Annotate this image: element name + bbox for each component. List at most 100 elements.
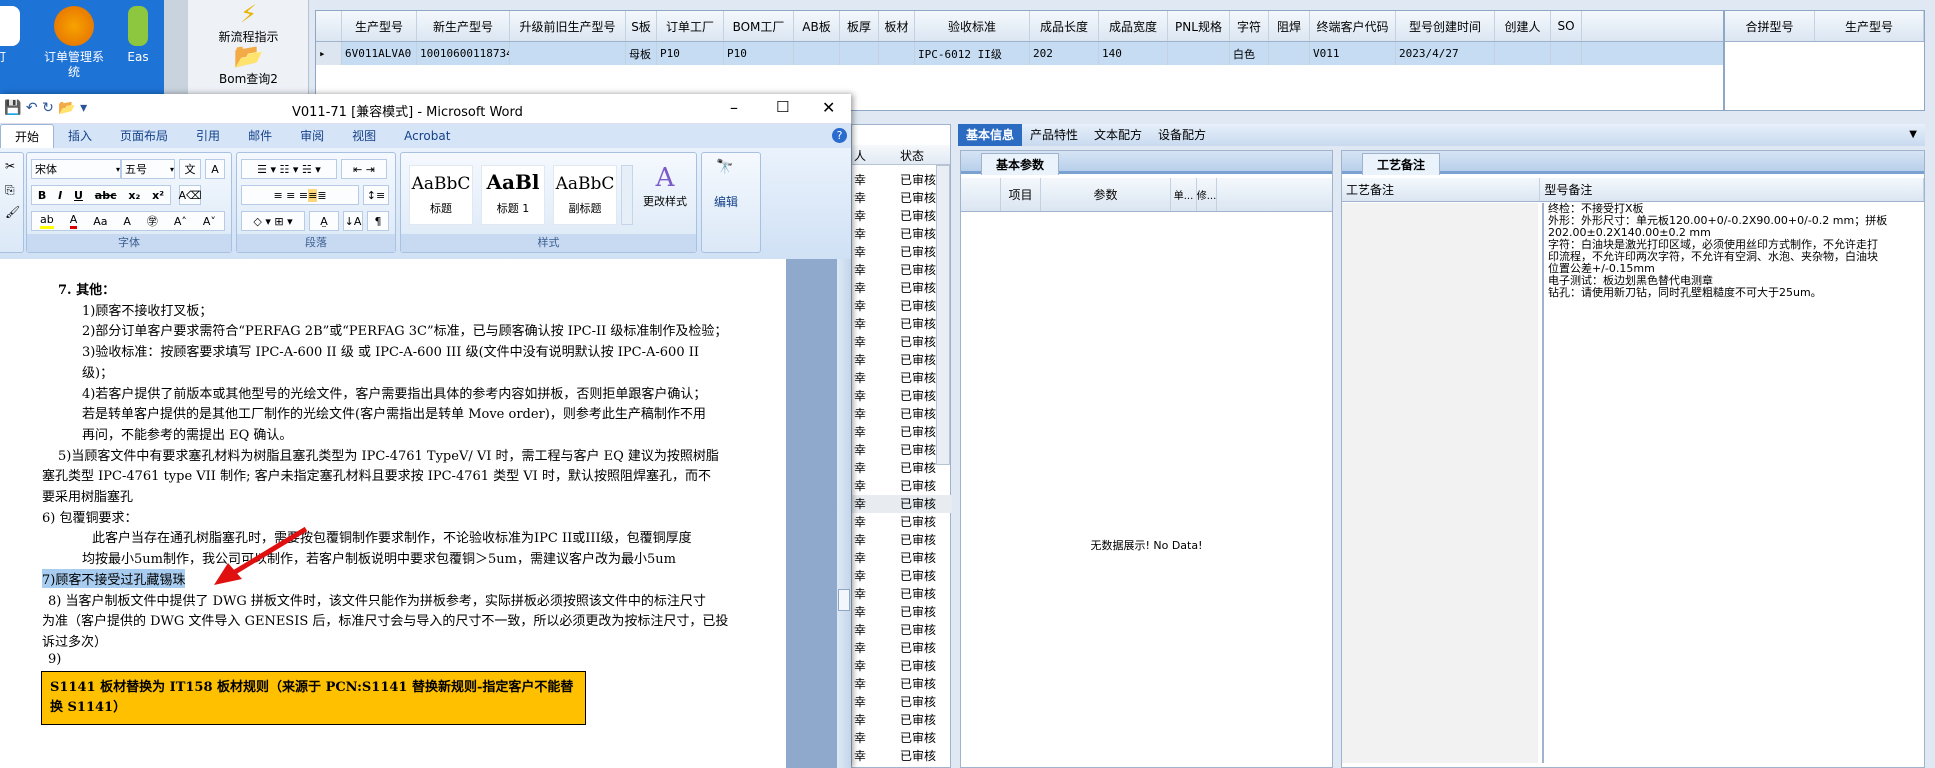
list-item[interactable]: 幸 已审核 <box>852 621 952 639</box>
list-item[interactable]: 幸 已审核 <box>852 711 952 729</box>
ribbon-tab[interactable]: 页面布局 <box>106 124 182 148</box>
column-header[interactable]: 升级前旧生产型号 <box>510 11 626 41</box>
ribbon-tab[interactable]: 开始 <box>0 124 55 148</box>
list-item[interactable]: 幸 已审核 <box>852 675 952 693</box>
list-item[interactable]: 幸 已审核 <box>852 477 952 495</box>
column-header[interactable]: 板材 <box>879 11 915 41</box>
column-header[interactable]: BOM工厂 <box>724 11 794 41</box>
list-item[interactable]: 幸 已审核 <box>852 603 952 621</box>
table-row[interactable]: ▸ 6V011ALVA0 10010600118734 母板 P10 P10 IPC-601… <box>316 42 1723 65</box>
list-item[interactable]: 幸 已审核 <box>852 657 952 675</box>
table-cell[interactable] <box>879 42 915 65</box>
table-cell[interactable] <box>510 42 626 65</box>
style-heading-1[interactable]: AaBl 标题 1 <box>481 165 545 225</box>
table-cell[interactable]: 白色 <box>1230 42 1269 65</box>
styles-scroll[interactable] <box>621 165 633 225</box>
launcher-bom-query[interactable]: 📂 Bom查询2 <box>188 42 309 87</box>
desktop-icon-dingtalk[interactable]: 钉 <box>0 6 30 65</box>
column-header-person[interactable]: 人 <box>854 147 866 164</box>
list-item[interactable]: 幸 已审核 <box>852 567 952 585</box>
list-item[interactable]: 幸 已审核 <box>852 585 952 603</box>
column-header[interactable]: 验收标准 <box>915 11 1030 41</box>
column-header[interactable]: 终端客户代码 <box>1310 11 1396 41</box>
scroll-thumb[interactable] <box>838 589 850 611</box>
vertical-scrollbar[interactable] <box>837 259 851 768</box>
char-border-icon[interactable]: A <box>205 159 225 179</box>
chinese-layout-icon[interactable]: A̤ <box>309 211 339 231</box>
dropdown-arrow-icon[interactable]: ▼ <box>1901 124 1925 146</box>
quick-access-save-undo-icon[interactable]: 💾 ↶ ↻ 📂 ▾ <box>4 100 87 116</box>
table-cell[interactable] <box>840 42 879 65</box>
ribbon-tab[interactable]: 插入 <box>54 124 106 148</box>
clear-format-icon[interactable]: A⌫ <box>178 185 202 205</box>
font-format-buttons[interactable]: B I Uabc x₂ x² <box>31 185 171 205</box>
list-item[interactable]: 幸 已审核 <box>852 693 952 711</box>
list-item[interactable]: 幸 已审核 <box>852 495 952 513</box>
desktop-icon-eas[interactable]: Eas <box>118 6 158 65</box>
indent-buttons[interactable]: ⇤ ⇥ <box>341 159 387 179</box>
ribbon-tab[interactable]: 邮件 <box>234 124 286 148</box>
line-spacing-icon[interactable]: ↕≡ <box>363 185 389 205</box>
alignment-buttons[interactable]: ≡ ≡ ≡ ≡ ≣ <box>241 185 359 205</box>
column-header[interactable]: PNL规格 <box>1168 11 1230 41</box>
sort-icon[interactable]: ↓A <box>343 211 363 231</box>
column-header[interactable]: 工艺备注 <box>1342 178 1541 201</box>
tab-process-notes[interactable]: 工艺备注 <box>1362 153 1441 175</box>
list-buttons[interactable]: ☰ ▾ ☷ ▾ ☵ ▾ <box>241 159 337 179</box>
column-header[interactable]: 字符 <box>1230 11 1269 41</box>
column-header[interactable]: AB板 <box>794 11 840 41</box>
row-selector[interactable]: ▸ <box>316 42 342 65</box>
table-cell[interactable]: P10 <box>657 42 724 65</box>
model-notes-field[interactable]: 终检：不接受打X板 外形：外形尺寸：单元板120.00+0/-0.2X90.00+… <box>1542 203 1912 763</box>
table-cell[interactable]: 6V011ALVA0 <box>342 42 417 65</box>
column-header[interactable]: SO <box>1551 11 1582 41</box>
table-cell[interactable]: IPC-6012 II级 <box>915 42 1030 65</box>
process-notes-field[interactable] <box>1342 203 1538 763</box>
column-header[interactable]: S板 <box>626 11 657 41</box>
ribbon-tab[interactable]: 视图 <box>338 124 390 148</box>
tab-equipment-recipe[interactable]: 设备配方 <box>1150 124 1214 146</box>
table-cell[interactable]: 10010600118734 <box>417 42 510 65</box>
list-scrollbar[interactable] <box>936 165 950 465</box>
desktop-icon-order-system[interactable]: 订单管理系统 <box>44 6 104 80</box>
tab-basic-info[interactable]: 基本信息 <box>958 124 1023 146</box>
ribbon-tab[interactable]: 审阅 <box>286 124 338 148</box>
list-item[interactable]: 幸 已审核 <box>852 531 952 549</box>
help-icon[interactable]: ? <box>832 128 847 143</box>
phonetic-guide-icon[interactable]: 文 <box>179 159 201 179</box>
list-item[interactable]: 幸 已审核 <box>852 729 952 747</box>
table-cell[interactable]: 母板 <box>626 42 657 65</box>
table-cell[interactable]: 202 <box>1030 42 1099 65</box>
tab-basic-params[interactable]: 基本参数 <box>981 153 1060 175</box>
table-cell[interactable] <box>1168 42 1230 65</box>
style-subtitle[interactable]: AaBbC 副标题 <box>553 165 617 225</box>
table-cell[interactable] <box>1269 42 1310 65</box>
table-cell[interactable]: V011 <box>1310 42 1396 65</box>
document-page[interactable]: 7. 其他： 1)顾客不接收打叉板； 2)部分订单客户要求需符合“PERFAG 2B… <box>0 259 786 768</box>
column-header[interactable]: 新生产型号 <box>417 11 510 41</box>
table-cell[interactable]: 2023/4/27 <box>1396 42 1495 65</box>
list-item[interactable]: 幸 已审核 <box>852 549 952 567</box>
ribbon-tab[interactable]: Acrobat <box>390 124 464 148</box>
column-header[interactable]: 修... <box>1197 178 1217 211</box>
editing-group[interactable]: 🔭 编辑 <box>701 152 761 253</box>
maximize-icon[interactable]: ☐ <box>776 98 789 116</box>
font-size-select[interactable]: 五号 ▾ <box>121 159 175 179</box>
show-marks-icon[interactable]: ¶ <box>367 211 389 231</box>
column-header[interactable]: 创建人 <box>1495 11 1551 41</box>
column-header[interactable]: 板厚 <box>840 11 879 41</box>
table-cell[interactable] <box>1495 42 1551 65</box>
minimize-icon[interactable]: – <box>730 98 738 117</box>
column-header[interactable]: 型号备注 <box>1540 178 1924 201</box>
table-cell[interactable]: 140 <box>1099 42 1168 65</box>
tab-text-recipe[interactable]: 文本配方 <box>1086 124 1150 146</box>
column-header-status[interactable]: 状态 <box>900 147 924 164</box>
column-header[interactable]: 合拼型号 <box>1725 11 1815 41</box>
column-header[interactable]: 订单工厂 <box>657 11 724 41</box>
column-header[interactable]: 成品宽度 <box>1099 11 1168 41</box>
style-title[interactable]: AaBbC 标题 <box>409 165 473 225</box>
copy-icon[interactable]: ⎘ <box>5 183 15 198</box>
tab-product-features[interactable]: 产品特性 <box>1022 124 1086 146</box>
table-cell[interactable] <box>794 42 840 65</box>
column-header[interactable]: 单... <box>1171 178 1197 211</box>
